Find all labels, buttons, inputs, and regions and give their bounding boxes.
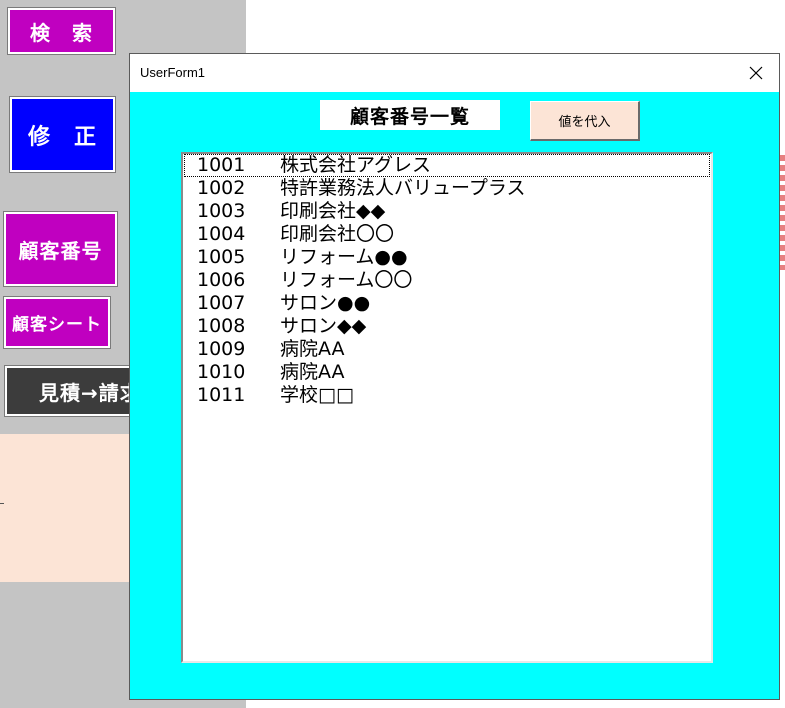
list-item[interactable]: 1007 サロン●● [184, 292, 710, 315]
customer-listbox[interactable]: 1001 株式会社アグレス 1002 特許業務法人バリュープラス 1003 印刷会社◆◆ 1… [181, 152, 713, 663]
customer-id: 1003 [197, 200, 246, 222]
customer-name: 病院AA [280, 338, 345, 360]
estimate-to-invoice-button[interactable]: 見積→請求 [4, 365, 141, 417]
customer-id: 1004 [197, 223, 246, 245]
userform-window: UserForm1 顧客番号一覧 値を代入 1001 株式会社アグレス 1002 特許… [129, 53, 780, 700]
customer-name: サロン●● [280, 292, 371, 314]
customer-name: リフォーム●● [280, 246, 408, 268]
customer-name: 病院AA [280, 361, 345, 383]
customer-id: 1005 [197, 246, 246, 268]
customer-name: リフォーム〇〇 [280, 269, 413, 291]
list-item[interactable]: 1010 病院AA [184, 361, 710, 384]
worksheet-mark [0, 503, 4, 504]
list-item[interactable]: 1008 サロン◆◆ [184, 315, 710, 338]
search-button[interactable]: 検 索 [7, 7, 116, 55]
list-item[interactable]: 1002 特許業務法人バリュープラス [184, 177, 710, 200]
customer-number-button[interactable]: 顧客番号 [3, 211, 118, 287]
window-title: UserForm1 [140, 65, 206, 80]
edit-button[interactable]: 修 正 [9, 96, 116, 173]
customer-name: 印刷会社〇〇 [280, 223, 395, 245]
customer-id: 1011 [197, 384, 246, 406]
customer-id: 1009 [197, 338, 246, 360]
customer-name: 印刷会社◆◆ [280, 200, 386, 222]
customer-list-heading: 顧客番号一覧 [320, 100, 500, 130]
list-item[interactable]: 1009 病院AA [184, 338, 710, 361]
list-item[interactable]: 1011 学校□□ [184, 384, 710, 407]
customer-id: 1008 [197, 315, 246, 337]
customer-id: 1010 [197, 361, 246, 383]
customer-name: 特許業務法人バリュープラス [280, 177, 526, 199]
customer-id: 1001 [197, 154, 246, 176]
customer-id: 1007 [197, 292, 246, 314]
worksheet-shaded-area [0, 434, 140, 582]
close-button[interactable] [733, 54, 779, 92]
customer-name: 株式会社アグレス [280, 154, 432, 176]
userform-client-area: 顧客番号一覧 値を代入 1001 株式会社アグレス 1002 特許業務法人バリュープラ… [130, 92, 779, 699]
list-item[interactable]: 1004 印刷会社〇〇 [184, 223, 710, 246]
customer-name: 学校□□ [280, 384, 354, 406]
list-item[interactable]: 1003 印刷会社◆◆ [184, 200, 710, 223]
customer-sheet-button[interactable]: 顧客シート [3, 296, 111, 349]
customer-name: サロン◆◆ [280, 315, 367, 337]
userform-titlebar[interactable]: UserForm1 [130, 54, 779, 92]
customer-id: 1006 [197, 269, 246, 291]
assign-value-button[interactable]: 値を代入 [530, 101, 640, 141]
customer-id: 1002 [197, 177, 246, 199]
list-item[interactable]: 1001 株式会社アグレス [184, 154, 710, 177]
close-icon [749, 66, 763, 80]
list-item[interactable]: 1006 リフォーム〇〇 [184, 269, 710, 292]
list-item[interactable]: 1005 リフォーム●● [184, 246, 710, 269]
